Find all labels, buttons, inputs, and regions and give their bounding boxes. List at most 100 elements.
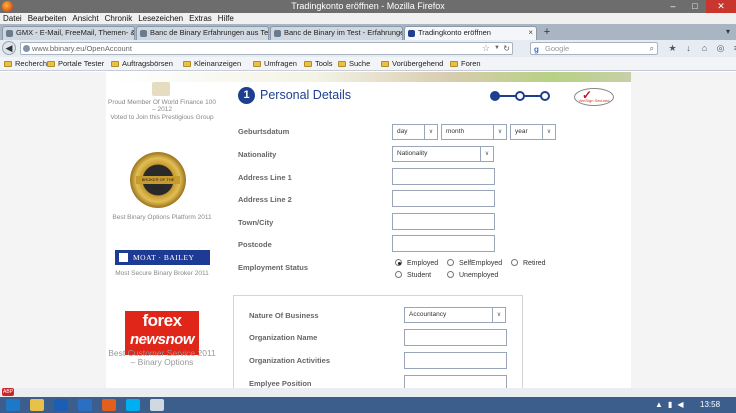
address1-field[interactable]	[392, 168, 495, 185]
org-activities-field[interactable]	[404, 352, 507, 369]
tab-banc-erfahrungen[interactable]: Banc de Binary Erfahrungen aus Test ...	[136, 26, 269, 40]
url-dropdown-icon[interactable]: ▼	[494, 43, 500, 54]
clock[interactable]: 13:58	[700, 399, 720, 411]
dob-day-select[interactable]: day ∨	[392, 124, 438, 140]
menu-icon[interactable]: ≡	[732, 42, 736, 54]
radio-icon	[511, 259, 518, 266]
menu-ansicht[interactable]: Ansicht	[69, 13, 101, 24]
file-explorer-icon[interactable]	[30, 399, 44, 411]
award-caption: Best Customer Service 2011 – Binary Opti…	[108, 348, 216, 367]
page-viewport: Proud Member Of World Finance 100 – 2012…	[0, 72, 736, 388]
bookmark-label: Recherche	[15, 59, 52, 68]
bookmark-label: Foren	[461, 59, 481, 68]
bookmark-folder[interactable]: Suche	[338, 57, 370, 71]
window-titlebar: Tradingkonto eröffnen - Mozilla Firefox …	[0, 0, 736, 13]
folder-icon	[253, 61, 261, 67]
maximize-icon[interactable]: □	[684, 0, 706, 13]
radio-label: SelfEmployed	[459, 260, 503, 267]
outlook-icon[interactable]	[54, 399, 68, 411]
tab-label: Tradingkonto eröffnen	[418, 28, 491, 37]
volume-icon[interactable]: ◀	[677, 400, 683, 410]
reload-icon[interactable]: ↻	[503, 43, 510, 54]
bookmark-star-icon[interactable]: ☆	[482, 43, 490, 54]
app-icon[interactable]	[78, 399, 92, 411]
nationality-select[interactable]: Nationality ∨	[392, 146, 494, 162]
bookmark-folder[interactable]: Auftragsbörsen	[111, 57, 173, 71]
radio-student[interactable]: Student	[395, 271, 431, 280]
gmx-favicon-icon	[6, 30, 13, 37]
folder-icon	[381, 61, 389, 67]
firefox-taskbar-icon[interactable]	[102, 399, 116, 411]
org-name-field[interactable]	[404, 329, 507, 346]
search-placeholder: Google	[545, 44, 570, 53]
nationality-label: Nationality	[238, 150, 277, 159]
app-icon[interactable]	[150, 399, 164, 411]
bookmark-folder[interactable]: Umfragen	[253, 57, 297, 71]
tab-gmx[interactable]: GMX - E-Mail, FreeMail, Themen- & ...	[2, 26, 135, 40]
address2-label: Address Line 2	[238, 195, 292, 204]
site-identity-icon[interactable]	[23, 45, 30, 52]
tab-banc-test[interactable]: Banc de Binary im Test - Erfahrungen...	[270, 26, 403, 40]
bookmarks-toolbar: Recherche Portale Tester Auftragsbörsen …	[0, 57, 736, 71]
select-value: Nationality	[397, 150, 428, 157]
radio-unemployed[interactable]: Unemployed	[447, 271, 498, 280]
network-icon[interactable]: ▮	[668, 400, 672, 410]
bookmark-folder[interactable]: Tools	[304, 57, 333, 71]
postcode-field[interactable]	[392, 235, 495, 252]
menu-lesezeichen[interactable]: Lesezeichen	[135, 13, 186, 24]
radio-selfemployed[interactable]: SelfEmployed	[447, 259, 502, 268]
dob-year-select[interactable]: year ∨	[510, 124, 556, 140]
menu-extras[interactable]: Extras	[186, 13, 215, 24]
close-window-icon[interactable]: ✕	[706, 0, 736, 13]
tray-up-icon[interactable]: ▲	[655, 400, 663, 410]
business-select[interactable]: Accountancy ∨	[404, 307, 506, 323]
bookmarks-menu-icon[interactable]: ★	[668, 42, 677, 54]
url-bar[interactable]: www.bbinary.eu/OpenAccount ☆ ▼ ↻	[20, 42, 513, 55]
downloads-icon[interactable]: ↓	[684, 42, 693, 54]
bookmark-folder[interactable]: Kleinanzeigen	[183, 57, 241, 71]
dob-month-select[interactable]: month ∨	[441, 124, 507, 140]
radio-selected-icon	[395, 259, 402, 266]
badge-ribbon: BROKER OF THE YEAR	[136, 176, 180, 190]
step-dot	[540, 91, 550, 101]
sync-icon[interactable]: ◎	[716, 42, 725, 54]
bookmark-label: Portale Tester	[58, 59, 105, 68]
world-finance-logo	[152, 82, 170, 96]
home-icon[interactable]: ⌂	[700, 42, 709, 54]
select-value: month	[446, 128, 465, 135]
radio-retired[interactable]: Retired	[511, 259, 546, 268]
radio-icon	[447, 271, 454, 278]
radio-label: Employed	[407, 260, 439, 267]
town-label: Town/City	[238, 218, 274, 227]
search-input[interactable]: g Google ⌕	[530, 42, 658, 55]
address2-field[interactable]	[392, 190, 495, 207]
menu-datei[interactable]: Datei	[0, 13, 25, 24]
new-tab-icon[interactable]: +	[540, 26, 554, 39]
award-caption: Best Binary Options Platform 2011	[112, 214, 212, 221]
start-icon[interactable]	[6, 399, 20, 411]
select-value: year	[515, 128, 528, 135]
menu-chronik[interactable]: Chronik	[102, 13, 136, 24]
menu-bearbeiten[interactable]: Bearbeiten	[25, 13, 70, 24]
bookmark-folder[interactable]: Portale Tester	[47, 57, 104, 71]
radio-employed[interactable]: Employed	[395, 259, 438, 268]
minimize-icon[interactable]: –	[662, 0, 684, 13]
menu-hilfe[interactable]: Hilfe	[215, 13, 237, 24]
skype-icon[interactable]	[126, 399, 140, 411]
town-field[interactable]	[392, 213, 495, 230]
forex-logo-line2: newsnow	[129, 331, 195, 348]
adblock-icon[interactable]: ABP	[2, 388, 14, 396]
tab-tradingkonto[interactable]: Tradingkonto eröffnen ×	[404, 26, 537, 40]
close-tab-icon[interactable]: ×	[528, 27, 533, 39]
bookmark-folder[interactable]: Recherche	[4, 57, 51, 71]
bookmark-folder[interactable]: Vorübergehend	[381, 57, 443, 71]
position-field[interactable]	[404, 375, 507, 388]
employment-label: Employment Status	[238, 263, 309, 272]
tab-list-icon[interactable]: ▾	[726, 27, 730, 36]
search-icon[interactable]: ⌕	[650, 43, 654, 54]
bookmark-folder[interactable]: Foren	[450, 57, 481, 71]
org-activities-label: Organization Activities	[249, 356, 330, 365]
award-caption: Proud Member Of World Finance 100 – 2012	[108, 99, 216, 113]
back-arrow-icon[interactable]: ◀	[2, 41, 16, 55]
radio-label: Retired	[523, 260, 546, 267]
